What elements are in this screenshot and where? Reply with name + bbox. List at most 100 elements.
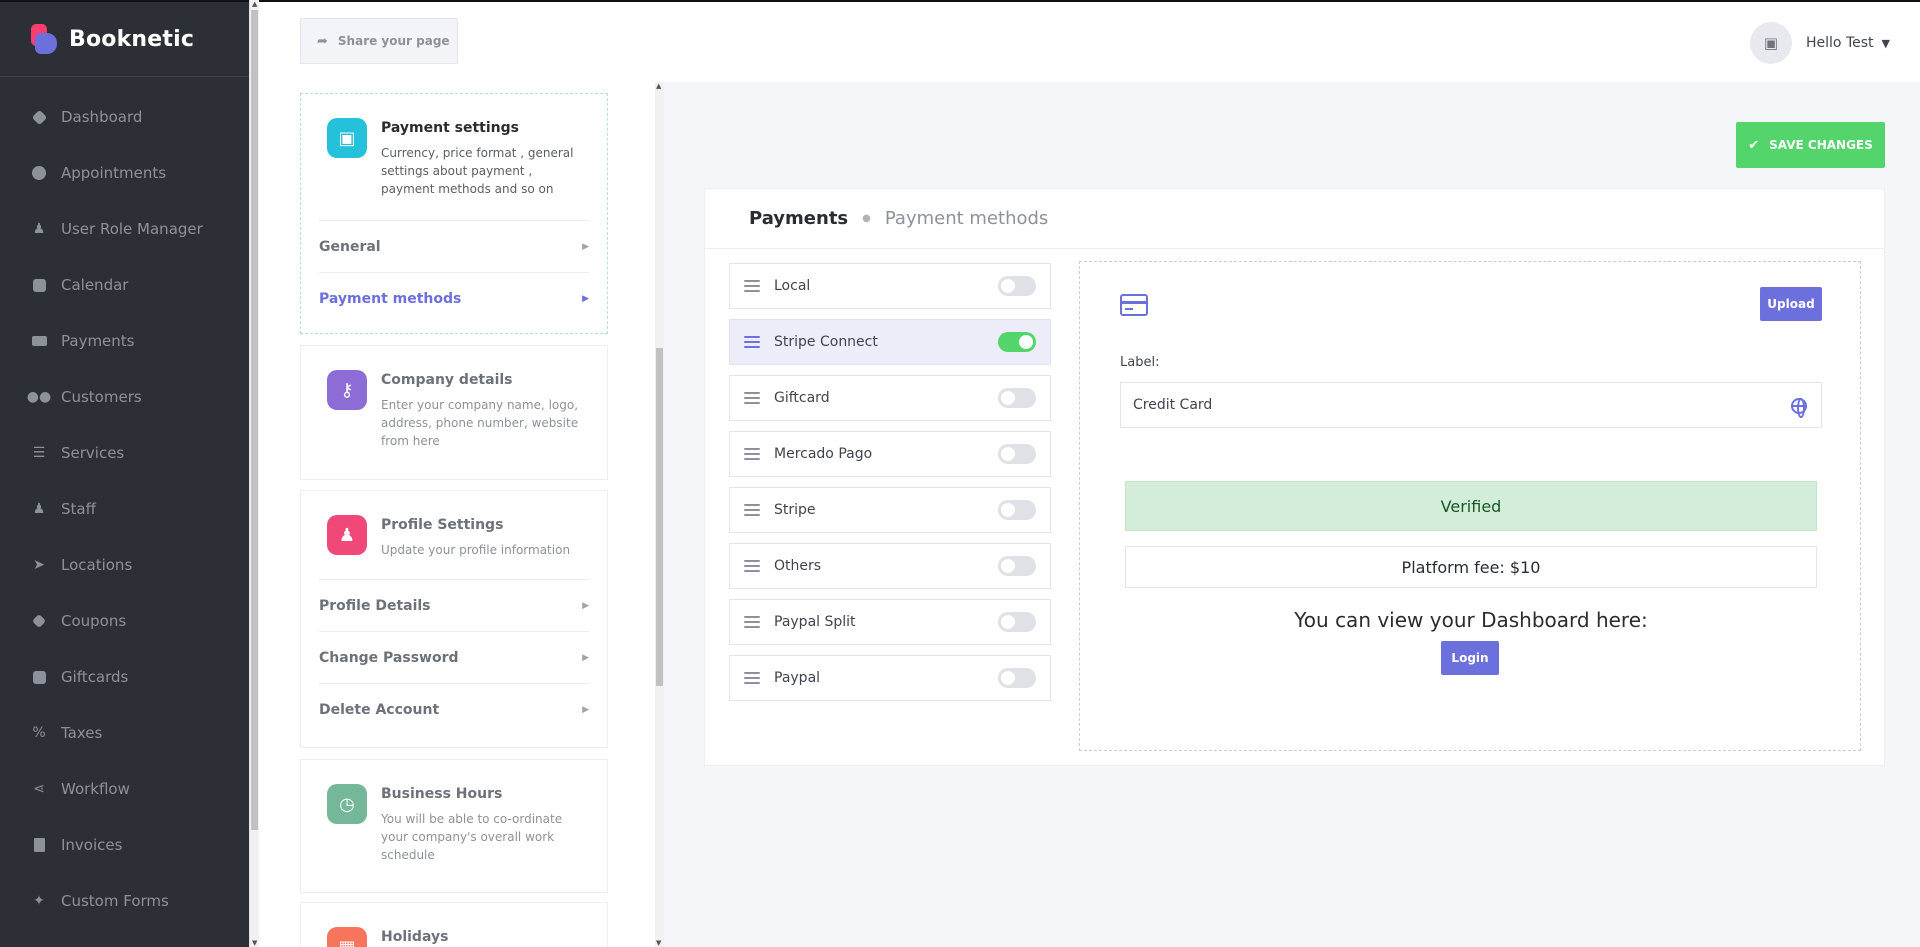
clock-icon: ◷: [327, 784, 367, 824]
sidebar-item-label: Appointments: [61, 164, 167, 182]
method-paypal[interactable]: Paypal: [729, 655, 1051, 701]
top-header: ➦ Share your page ▣ Hello Test ▼: [259, 0, 1920, 82]
brand[interactable]: Booknetic: [0, 2, 249, 77]
sidebar-item-label: Giftcards: [61, 668, 129, 686]
link-general[interactable]: General ▶: [319, 220, 589, 272]
scrollbar-thumb[interactable]: [251, 10, 258, 830]
drag-handle-icon[interactable]: [744, 392, 760, 404]
link-payment-methods[interactable]: Payment methods ▶: [319, 272, 589, 324]
sidebar-item-user-role-manager[interactable]: ♟ User Role Manager: [0, 201, 249, 257]
dashboard-text: You can view your Dashboard here:: [1294, 608, 1648, 632]
link-label: Profile Details: [319, 597, 431, 614]
method-toggle[interactable]: [998, 668, 1036, 688]
sidebar-item-appointments[interactable]: Appointments: [0, 145, 249, 201]
login-button[interactable]: Login: [1441, 641, 1499, 675]
label-field-label: Label:: [1120, 355, 1160, 370]
key-icon: ⚷: [327, 370, 367, 410]
holidays-card[interactable]: ▦ Holidays: [300, 902, 608, 947]
sidebar-item-customers[interactable]: ●● Customers: [0, 369, 249, 425]
scrollbar-thumb[interactable]: [656, 348, 663, 686]
settings-scrollbar[interactable]: ▲ ▼: [655, 82, 664, 947]
workflow-icon: ⋖: [33, 781, 45, 797]
clock-icon: [31, 165, 47, 181]
drag-handle-icon[interactable]: [744, 616, 760, 628]
main-sidebar: Booknetic Dashboard Appointments ♟ User …: [0, 0, 249, 947]
breadcrumb-payment-methods: Payment methods: [884, 208, 1049, 229]
scroll-up-icon[interactable]: ▲: [656, 82, 661, 90]
method-toggle[interactable]: [998, 556, 1036, 576]
sidebar-item-label: Services: [61, 444, 125, 462]
gift-icon: [31, 669, 47, 685]
percent-icon: %: [32, 725, 46, 741]
drag-handle-icon[interactable]: [744, 504, 760, 516]
method-stripe[interactable]: Stripe: [729, 487, 1051, 533]
card-description: Update your profile information: [381, 543, 571, 557]
method-toggle[interactable]: [998, 444, 1036, 464]
breadcrumb: Payments ● Payment methods: [705, 189, 1884, 249]
sidebar-item-custom-forms[interactable]: ✦ Custom Forms: [0, 873, 249, 929]
method-others[interactable]: Others: [729, 543, 1051, 589]
sidebar-item-dashboard[interactable]: Dashboard: [0, 89, 249, 145]
method-toggle[interactable]: [998, 612, 1036, 632]
link-delete-account[interactable]: Delete Account ▶: [319, 683, 589, 735]
sidebar-item-calendar[interactable]: Calendar: [0, 257, 249, 313]
method-giftcard[interactable]: Giftcard: [729, 375, 1051, 421]
method-toggle[interactable]: [998, 500, 1036, 520]
settings-list: ▣ Payment settings Currency, price forma…: [259, 82, 655, 947]
drag-handle-icon[interactable]: [744, 448, 760, 460]
sidebar-item-staff[interactable]: ♟ Staff: [0, 481, 249, 537]
drag-handle-icon[interactable]: [744, 560, 760, 572]
method-toggle[interactable]: [998, 332, 1036, 352]
sidebar-item-invoices[interactable]: Invoices: [0, 817, 249, 873]
user-plus-icon: ♟: [32, 221, 46, 237]
method-stripe-connect[interactable]: Stripe Connect: [729, 319, 1051, 365]
booknetic-logo-icon: [31, 24, 57, 54]
scroll-down-icon[interactable]: ▼: [656, 939, 661, 947]
sidebar-item-label: Dashboard: [61, 108, 143, 126]
upload-button[interactable]: Upload: [1760, 287, 1822, 321]
caret-right-icon: ▶: [582, 293, 589, 304]
check-icon: ✔: [1748, 137, 1760, 153]
sidebar-item-label: Taxes: [61, 724, 103, 742]
sidebar-item-locations[interactable]: ➤ Locations: [0, 537, 249, 593]
sidebar-item-workflow[interactable]: ⋖ Workflow: [0, 761, 249, 817]
card-title: Profile Settings: [381, 517, 504, 533]
user-icon: ♟: [327, 515, 367, 555]
method-toggle[interactable]: [998, 276, 1036, 296]
link-profile-details[interactable]: Profile Details ▶: [319, 579, 589, 631]
sidebar-item-coupons[interactable]: Coupons: [0, 593, 249, 649]
scroll-up-icon[interactable]: ▲: [252, 0, 257, 8]
profile-settings-card[interactable]: ♟ Profile Settings Update your profile i…: [300, 490, 608, 748]
page-scrollbar[interactable]: ▲ ▼: [249, 0, 259, 947]
method-name: Paypal Split: [774, 614, 856, 630]
method-toggle[interactable]: [998, 388, 1036, 408]
tag-icon: [31, 613, 47, 629]
payment-settings-card[interactable]: ▣ Payment settings Currency, price forma…: [300, 93, 608, 334]
sidebar-item-services[interactable]: ☰ Services: [0, 425, 249, 481]
card-description: Currency, price format , general setting…: [381, 146, 574, 196]
globe-icon[interactable]: [1791, 398, 1807, 418]
drag-handle-icon[interactable]: [744, 280, 760, 292]
method-name: Paypal: [774, 670, 821, 686]
breadcrumb-payments[interactable]: Payments: [749, 208, 848, 229]
method-mercado-pago[interactable]: Mercado Pago: [729, 431, 1051, 477]
drag-handle-icon[interactable]: [744, 336, 760, 348]
business-hours-card[interactable]: ◷ Business Hours You will be able to co-…: [300, 759, 608, 893]
link-label: Delete Account: [319, 701, 440, 718]
link-change-password[interactable]: Change Password ▶: [319, 631, 589, 683]
company-details-card[interactable]: ⚷ Company details Enter your company nam…: [300, 345, 608, 480]
save-changes-button[interactable]: ✔ SAVE CHANGES: [1736, 122, 1885, 168]
share-page-button[interactable]: ➦ Share your page: [300, 18, 458, 64]
method-paypal-split[interactable]: Paypal Split: [729, 599, 1051, 645]
label-input[interactable]: Credit Card: [1120, 382, 1822, 428]
sidebar-item-taxes[interactable]: % Taxes: [0, 705, 249, 761]
method-local[interactable]: Local: [729, 263, 1051, 309]
scroll-down-icon[interactable]: ▼: [252, 939, 257, 947]
user-menu[interactable]: ▣ Hello Test ▼: [1750, 22, 1890, 64]
sidebar-item-giftcards[interactable]: Giftcards: [0, 649, 249, 705]
method-name: Stripe: [774, 502, 816, 518]
sidebar-item-payments[interactable]: Payments: [0, 313, 249, 369]
card-title: Company details: [381, 372, 513, 388]
sidebar-item-label: Staff: [61, 500, 96, 518]
drag-handle-icon[interactable]: [744, 672, 760, 684]
